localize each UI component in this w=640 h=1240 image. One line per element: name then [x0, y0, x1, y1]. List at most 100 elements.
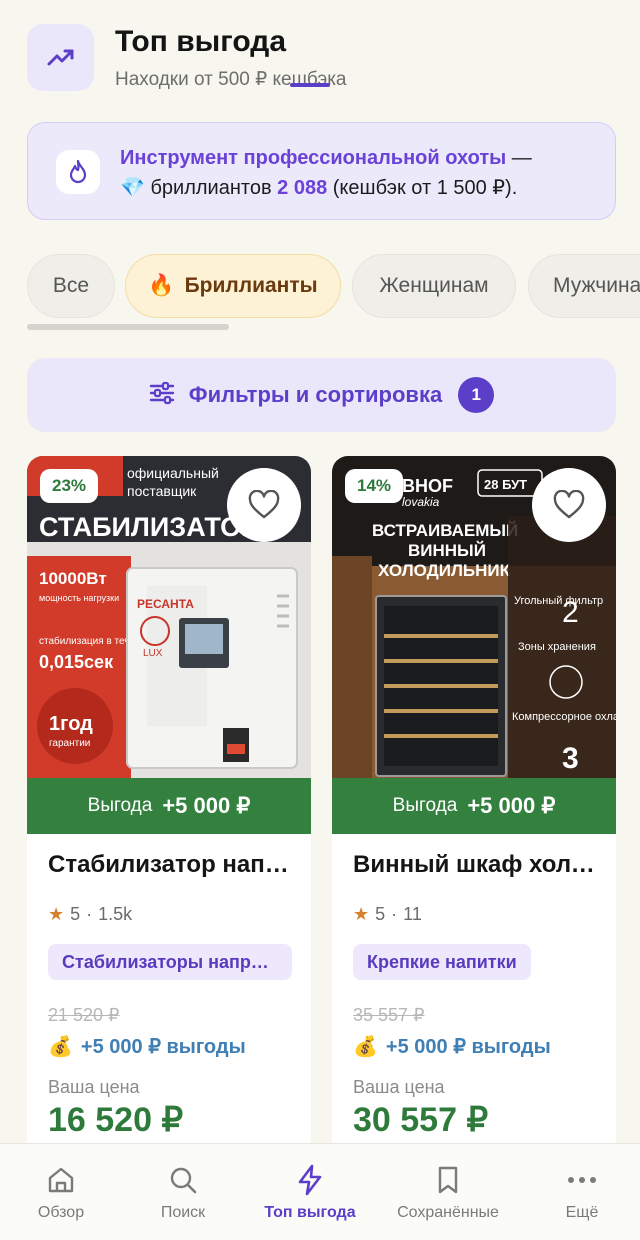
bottom-tab-bar: Обзор Поиск Топ выгода Сохранённые Ещё: [0, 1143, 640, 1240]
image-text: BHOF: [402, 476, 453, 496]
active-tab-indicator: [290, 83, 330, 87]
tab-label: Обзор: [37, 1204, 85, 1221]
filters-button[interactable]: Фильтры и сортировка 1: [27, 358, 616, 432]
tab-label: Ещё: [565, 1204, 599, 1221]
search-icon: [168, 1162, 198, 1198]
page-title: Топ выгода: [115, 25, 287, 58]
chip-diamonds[interactable]: 🔥 Бриллианты: [125, 254, 341, 318]
chip-label: Мужчинам: [553, 274, 640, 297]
more-icon: [567, 1162, 597, 1198]
cashback-value: +5 000 ₽ выгоды: [80, 1036, 246, 1058]
image-text: 10000Вт: [39, 569, 107, 588]
image-text: LUX: [143, 648, 163, 659]
promo-tail: (кешбэк от 1 500 ₽).: [327, 177, 518, 199]
star-icon: ★: [48, 903, 65, 924]
image-text: 28 БУТ: [484, 477, 527, 492]
promo-highlight: Инструмент профессиональной охоты: [120, 147, 507, 169]
flame-icon: [56, 150, 100, 194]
product-title[interactable]: Винный шкаф холодильник: [353, 850, 600, 880]
cashback-info: 💰 +5 000 ₽ выгоды: [353, 1034, 600, 1059]
rating-value: 5: [375, 903, 386, 924]
product-price: 16 520 ₽: [48, 1101, 184, 1139]
promo-text: Инструмент профессиональной охоты — 💎 бр…: [120, 143, 595, 203]
benefit-bar: Выгода +5 000 ₽: [332, 778, 616, 834]
image-text: 3: [562, 742, 579, 775]
tab-more[interactable]: Ещё: [546, 1144, 618, 1240]
product-image[interactable]: BHOF lovakia 28 БУТ ВСТРАИВАЕМЫЙ ВИННЫЙ …: [332, 456, 616, 778]
image-text: поставщик: [127, 483, 197, 499]
review-count: 1.5k: [98, 903, 133, 924]
chip-all[interactable]: Все: [27, 254, 115, 318]
product-title[interactable]: Стабилизатор напряжения: [48, 850, 295, 880]
tab-label: Сохранённые: [397, 1204, 499, 1221]
tab-label: Поиск: [160, 1204, 206, 1221]
chip-label: Все: [52, 274, 90, 297]
product-rating: ★ 5 · 1.5k: [48, 902, 295, 926]
heart-icon: [248, 490, 280, 519]
product-image[interactable]: официальный поставщик СТАБИЛИЗАТОР 10000…: [27, 456, 311, 778]
image-text: ХОЛОДИЛЬНИК: [378, 561, 511, 580]
old-price: 35 557 ₽: [353, 1005, 425, 1025]
image-text: ВСТРАИВАЕМЫЙ: [372, 521, 518, 540]
promo-diamonds-label: бриллиантов: [144, 177, 278, 199]
lightning-icon: [295, 1162, 325, 1198]
chip-label: Женщинам: [379, 274, 489, 297]
heart-icon: [553, 490, 585, 519]
image-text: официальный: [127, 465, 219, 481]
cashback-info: 💰 +5 000 ₽ выгоды: [48, 1034, 295, 1059]
page-subtitle: Находки от 500 ₽ кешбэка: [115, 69, 347, 90]
old-price: 21 520 ₽: [48, 1005, 120, 1025]
image-text: СТАБИЛИЗАТОР: [39, 512, 259, 542]
chips-scrollbar[interactable]: [27, 324, 229, 330]
tab-overview[interactable]: Обзор: [20, 1144, 102, 1240]
rating-value: 5: [70, 903, 81, 924]
image-text: РЕСАНТА: [137, 597, 194, 611]
image-text: Компрессорное охлаждение: [512, 711, 616, 723]
diamonds-count: 2 088: [277, 177, 328, 199]
price-label: Ваша цена: [48, 1077, 140, 1097]
image-text: гарантии: [49, 738, 90, 749]
favorite-button[interactable]: [532, 468, 606, 542]
image-text: 2: [562, 596, 579, 629]
home-icon: [46, 1162, 76, 1198]
promo-dash: —: [506, 147, 532, 169]
product-card[interactable]: BHOF lovakia 28 БУТ ВСТРАИВАЕМЫЙ ВИННЫЙ …: [332, 456, 616, 1156]
fire-icon: 🔥: [148, 274, 175, 297]
gem-icon: 💎: [120, 177, 145, 199]
cashback-value: +5 000 ₽ выгоды: [385, 1036, 551, 1058]
image-text: Зоны хранения: [518, 641, 596, 653]
card-body: Стабилизатор напряжения ★ 5 · 1.5k Стаби…: [48, 850, 295, 1140]
image-text: 1год: [49, 713, 93, 735]
benefit-value: +5 000 ₽: [162, 793, 251, 818]
image-text: ВИННЫЙ: [408, 541, 486, 560]
rating-separator: ·: [86, 903, 93, 924]
chip-women[interactable]: Женщинам: [352, 254, 516, 318]
promo-banner[interactable]: Инструмент профессиональной охоты — 💎 бр…: [27, 122, 616, 220]
discount-badge: 14%: [345, 469, 404, 503]
product-price: 30 557 ₽: [353, 1101, 489, 1139]
card-body: Винный шкаф холодильник ★ 5 · 11 Крепкие…: [353, 850, 600, 1140]
tab-search[interactable]: Поиск: [142, 1144, 224, 1240]
benefit-label: Выгода: [392, 795, 458, 816]
product-card[interactable]: официальный поставщик СТАБИЛИЗАТОР 10000…: [27, 456, 311, 1156]
sliders-icon: [149, 381, 175, 410]
tab-top-benefit[interactable]: Топ выгода: [254, 1144, 366, 1240]
money-bag-icon: 💰: [353, 1036, 378, 1058]
product-rating: ★ 5 · 11: [353, 902, 600, 926]
category-tag[interactable]: Крепкие напитки: [353, 944, 531, 980]
benefit-value: +5 000 ₽: [467, 793, 556, 818]
filters-count-badge: 1: [458, 377, 495, 413]
category-chips[interactable]: Все 🔥 Бриллианты Женщинам Мужчинам: [27, 254, 640, 318]
bookmark-icon: [435, 1162, 461, 1198]
favorite-button[interactable]: [227, 468, 301, 542]
image-text: 0,015сек: [39, 652, 114, 672]
trending-up-icon: [27, 24, 94, 91]
filters-label: Фильтры и сортировка: [188, 382, 443, 407]
tab-saved[interactable]: Сохранённые: [386, 1144, 510, 1240]
benefit-label: Выгода: [87, 795, 153, 816]
discount-badge: 23%: [40, 469, 99, 503]
money-bag-icon: 💰: [48, 1036, 73, 1058]
star-icon: ★: [353, 903, 370, 924]
chip-men[interactable]: Мужчинам: [528, 254, 640, 318]
category-tag[interactable]: Стабилизаторы напряжения: [48, 944, 292, 980]
